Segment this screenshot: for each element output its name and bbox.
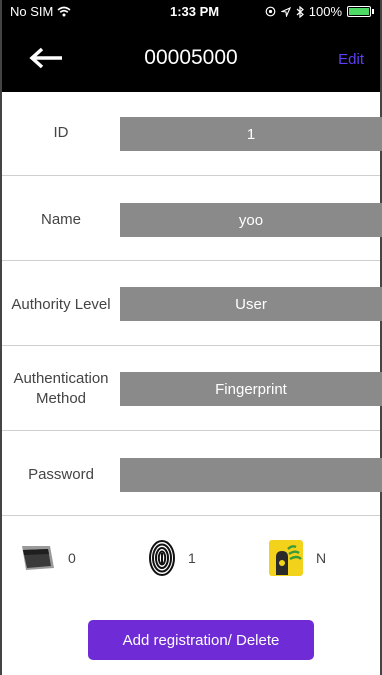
battery-tip [372, 9, 374, 14]
id-field[interactable]: 1 [120, 117, 382, 151]
field-row-id: ID 1 [2, 92, 382, 176]
fingerprint-icon [149, 540, 175, 576]
card-icon [22, 546, 54, 570]
password-label: Password [28, 466, 94, 483]
edit-button[interactable]: Edit [338, 51, 364, 68]
location-icon [265, 6, 276, 17]
fingerprint-count: 1 [188, 550, 196, 566]
wifi-icon [57, 6, 71, 17]
password-field[interactable] [120, 458, 382, 492]
fingerprint-credential: 1 [148, 535, 196, 581]
bluetooth-icon [296, 5, 304, 18]
field-row-password: Password [2, 431, 382, 516]
mobile-key-icon [269, 540, 303, 576]
app-screen: No SIM 1:33 PM 100% 00005000 Edit ID 1 N… [0, 0, 382, 675]
status-left: No SIM [10, 4, 71, 19]
status-time: 1:33 PM [170, 4, 220, 19]
id-label: ID [53, 124, 69, 141]
carrier-label: No SIM [10, 4, 54, 19]
add-registration-delete-button[interactable]: Add registration/ Delete [88, 620, 314, 660]
authority-level-field[interactable]: User [120, 287, 382, 321]
auth-method-label: Authentication Method [2, 369, 120, 409]
field-row-name: Name yoo [2, 176, 382, 261]
auth-method-label-line2: Method [35, 390, 87, 407]
status-bar: No SIM 1:33 PM 100% [2, 0, 380, 24]
field-row-authority: Authority Level User [2, 261, 382, 346]
name-field[interactable]: yoo [120, 203, 382, 237]
navigation-arrow-icon [280, 6, 291, 17]
card-credential: 0 [20, 535, 76, 581]
status-right: 100% [265, 4, 374, 19]
battery-icon [347, 6, 371, 17]
nav-bar: 00005000 Edit [2, 24, 380, 92]
auth-method-field[interactable]: Fingerprint [120, 372, 382, 406]
page-title: 00005000 [144, 46, 238, 69]
authority-level-label: Authority Level [11, 296, 111, 313]
name-label: Name [40, 211, 81, 228]
mobile-key-status: N [316, 550, 327, 566]
auth-method-label-line1: Authentication [13, 370, 109, 387]
card-count: 0 [68, 550, 76, 566]
mobile-key-credential: N [268, 535, 326, 581]
field-row-auth-method: Authentication Method Fingerprint [2, 346, 382, 431]
battery-percent: 100% [308, 4, 342, 19]
